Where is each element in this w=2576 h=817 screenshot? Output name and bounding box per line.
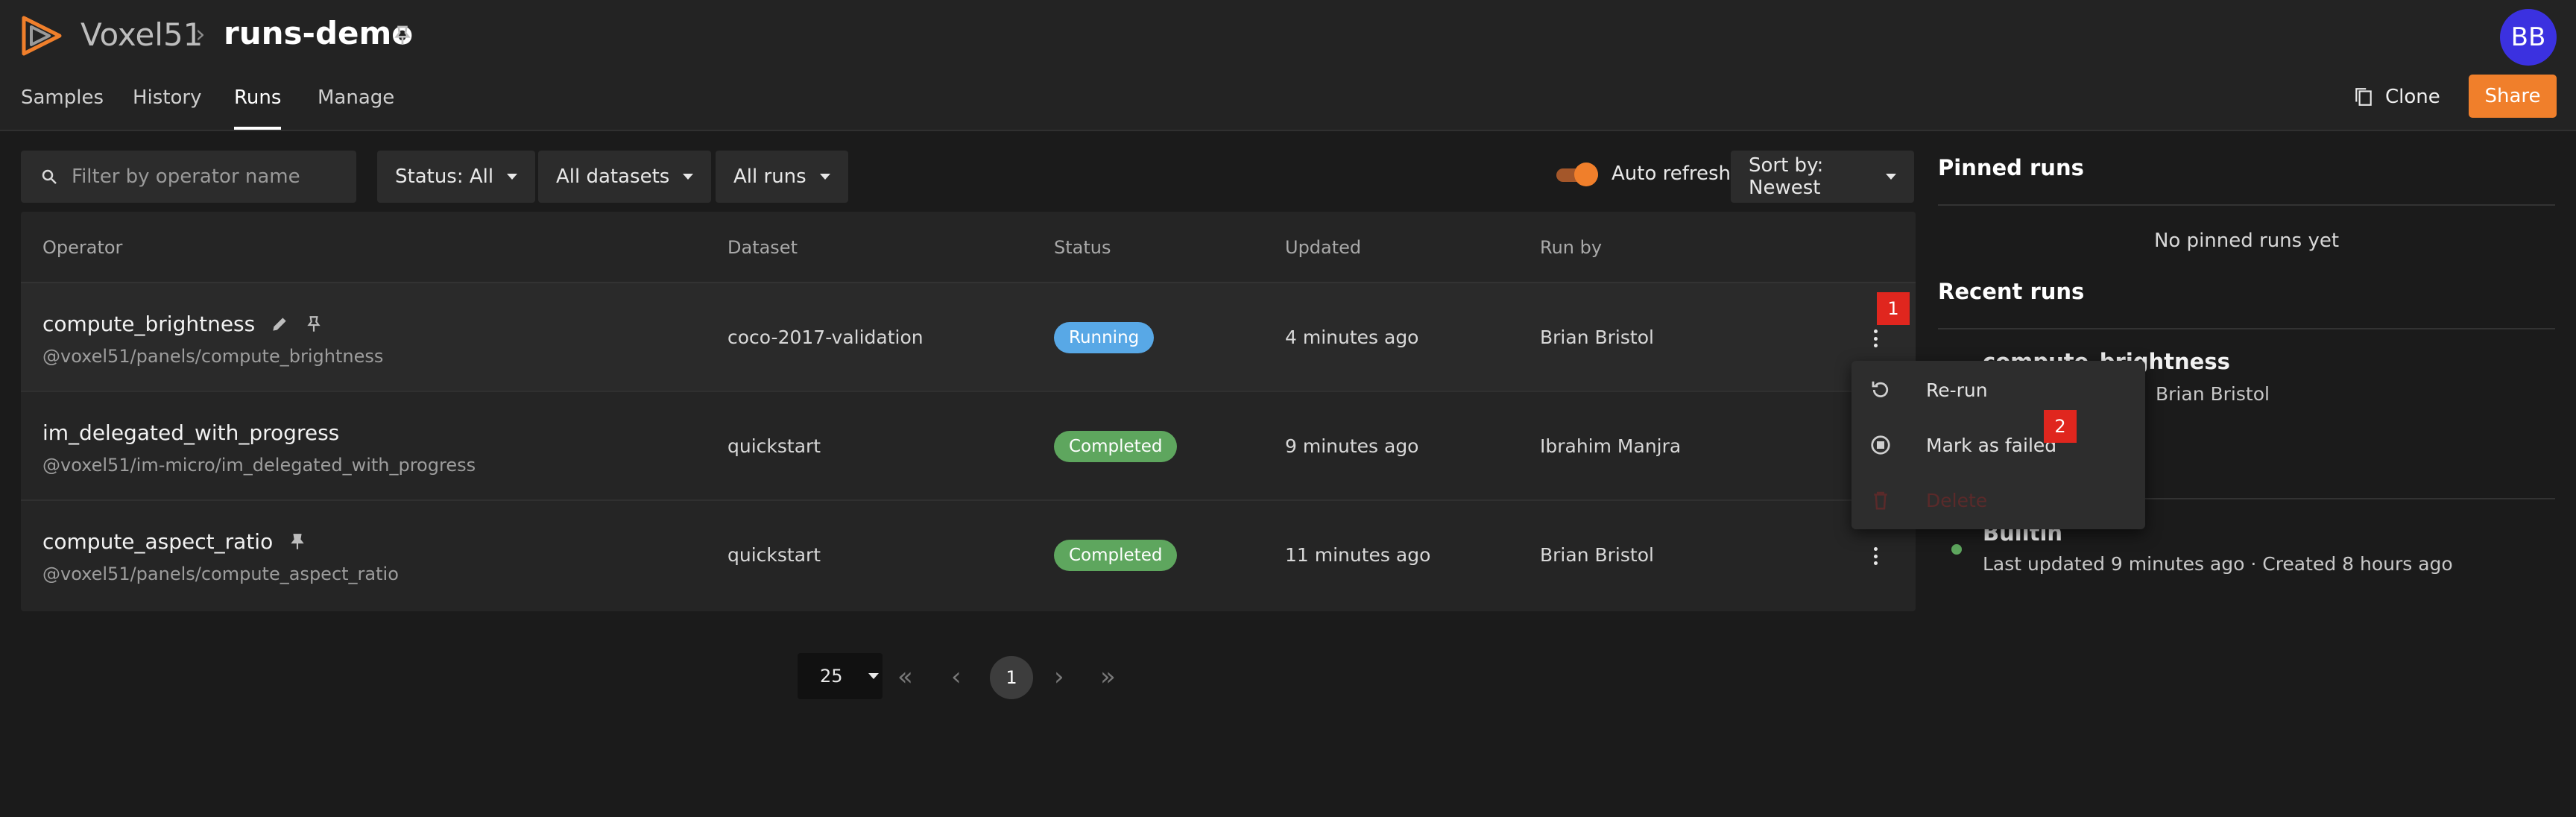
pinned-runs-title: Pinned runs	[1938, 155, 2084, 180]
dataset-filter-label: All datasets	[556, 165, 670, 188]
table-header: Operator Dataset Status Updated Run by	[21, 212, 1916, 283]
operator-name: compute_aspect_ratio	[42, 529, 307, 554]
chevron-down-icon	[1886, 174, 1896, 180]
pin-icon[interactable]	[288, 532, 307, 552]
sort-dropdown[interactable]: Sort by: Newest	[1731, 151, 1914, 203]
voxel51-logo-icon[interactable]	[19, 13, 64, 58]
status-badge: Completed	[1054, 431, 1178, 462]
dataset-cell: coco-2017-validation	[727, 327, 924, 348]
dataset-cell: quickstart	[727, 544, 821, 566]
status-filter-label: Status: All	[395, 165, 494, 188]
page-button-current[interactable]: 1	[990, 656, 1033, 699]
refresh-icon	[1872, 381, 1889, 397]
column-header-run-by: Run by	[1540, 237, 1603, 258]
column-header-status: Status	[1054, 237, 1111, 258]
app-header: Voxel51 › runs-demo BB Samples History R…	[0, 0, 2576, 131]
annotation-marker-1: 1	[1877, 292, 1910, 325]
divider	[1938, 204, 2555, 206]
operator-filter[interactable]	[21, 151, 356, 203]
table-row[interactable]: compute_brightness @voxel51/panels/compu…	[21, 283, 1916, 392]
runs-table: Operator Dataset Status Updated Run by c…	[21, 212, 1916, 611]
dataset-cell: quickstart	[727, 435, 821, 457]
tab-samples[interactable]: Samples	[21, 86, 104, 130]
column-header-dataset: Dataset	[727, 237, 798, 258]
updated-cell: 4 minutes ago	[1285, 327, 1419, 348]
menu-item-label: Re-run	[1926, 379, 1988, 401]
menu-item-rerun[interactable]: Re-run	[1869, 371, 1988, 408]
divider	[1938, 328, 2555, 329]
previous-page-icon[interactable]: ‹	[951, 662, 962, 692]
recent-runs-title: Recent runs	[1938, 279, 2085, 304]
operator-name: compute_brightness	[42, 312, 323, 336]
run-by-cell: Ibrahim Manjra	[1540, 435, 1682, 457]
status-filter-dropdown[interactable]: Status: All	[377, 151, 536, 203]
pin-icon[interactable]	[304, 315, 323, 334]
operator-uri: @voxel51/panels/compute_brightness	[42, 346, 384, 367]
run-by-cell: Brian Bristol	[1540, 544, 1654, 566]
column-header-updated: Updated	[1285, 237, 1362, 258]
toggle-knob	[1574, 163, 1598, 186]
operator-uri: @voxel51/panels/compute_aspect_ratio	[42, 564, 399, 584]
status-badge: Running	[1054, 322, 1155, 353]
copy-icon	[2355, 88, 2372, 106]
operator-name: im_delegated_with_progress	[42, 420, 339, 445]
chevron-down-icon	[683, 174, 694, 180]
table-row[interactable]: im_delegated_with_progress @voxel51/im-m…	[21, 392, 1916, 501]
menu-item-label: Mark as failed	[1926, 434, 2057, 456]
recent-run-meta: Last updated 9 minutes ago · Created 8 h…	[1983, 553, 2453, 575]
menu-item-mark-failed[interactable]: Mark as failed	[1869, 426, 2056, 464]
stop-circle-icon	[1871, 435, 1890, 455]
dataset-filter-dropdown[interactable]: All datasets	[538, 151, 712, 203]
operator-label: compute_aspect_ratio	[42, 529, 274, 554]
sort-label: Sort by: Newest	[1749, 154, 1824, 199]
page-size-value: 25	[820, 666, 843, 687]
recent-run-meta: Brian Bristol	[2156, 383, 2270, 405]
breadcrumb-separator: ›	[195, 19, 206, 49]
last-page-icon[interactable]: »	[1100, 662, 1116, 692]
first-page-icon[interactable]: «	[897, 662, 913, 692]
operator-filter-input[interactable]	[72, 165, 340, 188]
dataset-title: runs-demo	[224, 15, 414, 51]
auto-refresh-label: Auto refresh	[1611, 163, 1731, 185]
search-icon	[42, 169, 57, 184]
runs-filter-label: All runs	[733, 165, 806, 188]
status-dot	[1951, 544, 1962, 555]
operator-uri: @voxel51/im-micro/im_delegated_with_prog…	[42, 455, 476, 476]
trash-icon	[1874, 491, 1887, 510]
chevron-down-icon	[819, 174, 830, 180]
chevron-down-icon	[507, 174, 518, 180]
annotation-marker-2: 2	[2044, 410, 2077, 443]
runs-filter-dropdown[interactable]: All runs	[716, 151, 848, 203]
more-options-icon[interactable]	[1866, 544, 1884, 568]
updated-cell: 9 minutes ago	[1285, 435, 1419, 457]
menu-item-label: Delete	[1926, 489, 1988, 511]
auto-refresh-toggle[interactable]: Auto refresh	[1556, 163, 1731, 186]
clone-button[interactable]: Clone	[2354, 78, 2440, 116]
tab-runs[interactable]: Runs	[234, 86, 282, 130]
updated-cell: 11 minutes ago	[1285, 544, 1431, 566]
status-badge: Completed	[1054, 540, 1178, 571]
menu-item-delete: Delete	[1869, 482, 1987, 519]
more-options-icon[interactable]	[1866, 327, 1884, 350]
page-size-select[interactable]: 25	[798, 653, 883, 699]
no-pinned-message: No pinned runs yet	[2153, 230, 2340, 252]
brand-name[interactable]: Voxel51	[80, 16, 203, 53]
toggle-switch[interactable]	[1556, 163, 1598, 186]
column-header-operator: Operator	[42, 237, 123, 258]
user-avatar[interactable]: BB	[2500, 9, 2557, 66]
run-context-menu: Re-run Mark as failed Delete	[1852, 361, 2145, 529]
tab-manage[interactable]: Manage	[318, 86, 394, 130]
chevron-down-icon	[868, 673, 879, 679]
share-button[interactable]: Share	[2469, 75, 2557, 118]
operator-label: compute_brightness	[42, 312, 256, 336]
operator-label: im_delegated_with_progress	[42, 420, 340, 445]
table-row[interactable]: compute_aspect_ratio @voxel51/panels/com…	[21, 501, 1916, 610]
next-page-icon[interactable]: ›	[1054, 662, 1064, 692]
edit-icon[interactable]	[270, 315, 289, 334]
pin-icon[interactable]	[391, 24, 414, 48]
run-by-cell: Brian Bristol	[1540, 327, 1654, 348]
clone-label: Clone	[2385, 86, 2440, 108]
tab-history[interactable]: History	[133, 86, 202, 130]
